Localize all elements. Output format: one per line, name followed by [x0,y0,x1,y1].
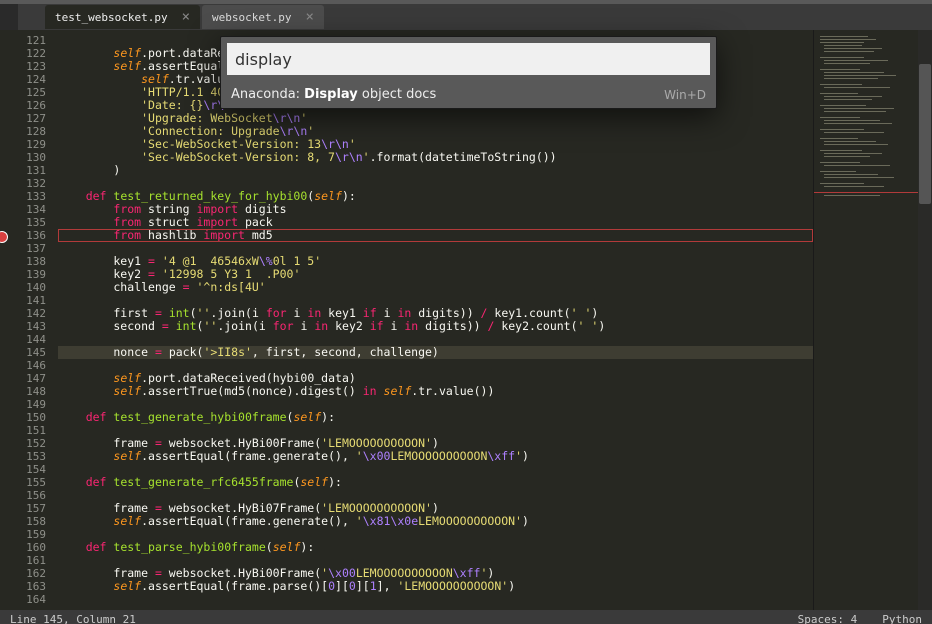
code-line[interactable] [58,593,813,606]
line-number: 163 [0,580,46,593]
close-icon[interactable]: × [306,10,314,24]
line-number: 138 [0,255,46,268]
line-number-gutter: 1211221231241251261271281291301311321331… [0,30,54,610]
minimap[interactable] [813,30,932,610]
editor-area: 1211221231241251261271281291301311321331… [0,30,932,610]
tab-bar: test_websocket.py × websocket.py × [0,4,932,30]
code-line[interactable]: def test_parse_hybi00frame(self): [58,541,813,554]
line-number: 164 [0,593,46,606]
code-line[interactable]: second = int(''.join(i for i in key2 if … [58,320,813,333]
code-line[interactable]: self.assertEqual(frame.generate(), '\x00… [58,450,813,463]
line-number: 158 [0,515,46,528]
line-number: 125 [0,86,46,99]
line-number: 145 [0,346,46,359]
line-number: 122 [0,47,46,60]
status-language[interactable]: Python [882,613,922,624]
line-number: 137 [0,242,46,255]
line-number: 159 [0,528,46,541]
line-number: 124 [0,73,46,86]
line-number: 157 [0,502,46,515]
line-number: 139 [0,268,46,281]
command-palette: Anaconda: Display object docs Win+D [220,36,717,109]
code-line[interactable]: challenge = '^n:ds[4U' [58,281,813,294]
code-line[interactable]: from hashlib import md5 [58,229,813,242]
line-number: 146 [0,359,46,372]
line-number: 162 [0,567,46,580]
code-line[interactable]: self.assertTrue(md5(nonce).digest() in s… [58,385,813,398]
line-number: 133 [0,190,46,203]
line-number: 148 [0,385,46,398]
line-number: 128 [0,125,46,138]
line-number: 129 [0,138,46,151]
line-number: 149 [0,398,46,411]
minimap-scrollbar-thumb[interactable] [919,64,931,204]
minimap-scrollbar-track[interactable] [918,30,932,610]
command-palette-shortcut: Win+D [664,88,706,102]
line-number: 126 [0,99,46,112]
tab-test-websocket[interactable]: test_websocket.py × [45,5,200,29]
line-number: 127 [0,112,46,125]
tab-label: websocket.py [212,11,291,24]
status-bar: Line 145, Column 21 Spaces: 4 Python [0,610,932,624]
code-line[interactable]: def test_generate_hybi00frame(self): [58,411,813,424]
line-number: 151 [0,424,46,437]
line-number: 154 [0,463,46,476]
line-number: 140 [0,281,46,294]
line-number: 143 [0,320,46,333]
line-number: 156 [0,489,46,502]
line-number: 136 [0,229,46,242]
line-number: 123 [0,60,46,73]
code-line[interactable]: 'Sec-WebSocket-Version: 8, 7\r\n'.format… [58,151,813,164]
code-line[interactable]: ) [58,164,813,177]
command-palette-result-text: Anaconda: Display object docs [231,87,436,102]
line-number: 130 [0,151,46,164]
line-number: 155 [0,476,46,489]
status-cursor-position[interactable]: Line 145, Column 21 [10,613,136,624]
tab-label: test_websocket.py [55,11,168,24]
line-number: 160 [0,541,46,554]
command-palette-result[interactable]: Anaconda: Display object docs Win+D [221,81,716,108]
line-number: 134 [0,203,46,216]
line-number: 150 [0,411,46,424]
line-number: 131 [0,164,46,177]
tab-websocket[interactable]: websocket.py × [202,5,324,29]
line-number: 132 [0,177,46,190]
status-indent[interactable]: Spaces: 4 [798,613,858,624]
line-number: 142 [0,307,46,320]
line-number: 152 [0,437,46,450]
line-number: 161 [0,554,46,567]
code-line[interactable]: self.assertEqual(frame.parse()[0][0][1],… [58,580,813,593]
line-number: 144 [0,333,46,346]
line-number: 121 [0,34,46,47]
code-line[interactable]: self.assertEqual(frame.generate(), '\x81… [58,515,813,528]
code-line[interactable]: def test_generate_rfc6455frame(self): [58,476,813,489]
line-number: 147 [0,372,46,385]
line-number: 153 [0,450,46,463]
line-number: 135 [0,216,46,229]
code-content[interactable]: self.port.dataRecei self.assertEqual( se… [54,30,813,610]
command-palette-input[interactable] [227,43,710,75]
code-line[interactable]: nonce = pack('>II8s', first, second, cha… [58,346,813,359]
close-icon[interactable]: × [182,10,190,24]
line-number: 141 [0,294,46,307]
